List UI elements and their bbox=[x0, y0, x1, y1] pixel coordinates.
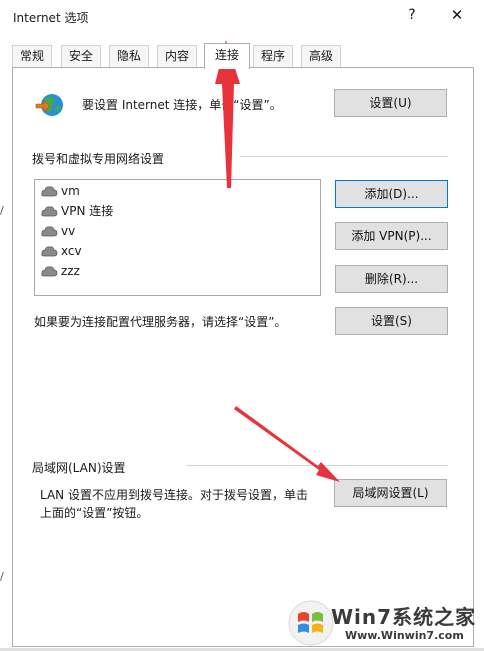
setup-button[interactable]: 设置(U) bbox=[334, 89, 447, 117]
dialup-vpn-heading: 拨号和虚拟专用网络设置 bbox=[32, 152, 165, 166]
proxy-instruction: 如果要为连接配置代理服务器，请选择“设置”。 bbox=[34, 315, 287, 329]
watermark-text: Win7系统之家 bbox=[331, 605, 477, 629]
tab-strip: 常规 安全 隐私 内容 连接 程序 高级 bbox=[0, 43, 484, 69]
watermark-url: Www.Winwin7.com bbox=[345, 629, 464, 642]
lan-description-line2: 上面的“设置”按钮。 bbox=[40, 506, 149, 520]
lan-separator bbox=[186, 465, 448, 466]
add-vpn-button[interactable]: 添加 VPN(P)... bbox=[335, 222, 448, 250]
edge-fragment-1: / bbox=[0, 204, 4, 217]
connection-cloud-icon bbox=[41, 206, 58, 217]
lan-description-line1: LAN 设置不应用到拨号连接。对于拨号设置，单击 bbox=[40, 488, 308, 502]
remove-connection-button[interactable]: 删除(R)... bbox=[335, 265, 448, 293]
close-button[interactable]: ✕ bbox=[448, 6, 466, 24]
setup-instruction: 要设置 Internet 连接，单击“设置”。 bbox=[82, 98, 282, 112]
connection-cloud-icon bbox=[41, 186, 58, 197]
internet-options-dialog: Internet 选项 ? ✕ 常规 安全 隐私 内容 连接 程序 高级 要设置… bbox=[0, 0, 484, 651]
window-title: Internet 选项 bbox=[13, 11, 89, 25]
tab-privacy[interactable]: 隐私 bbox=[109, 45, 149, 67]
connection-cloud-icon bbox=[41, 226, 58, 237]
list-item-label: VPN 连接 bbox=[61, 204, 114, 218]
list-item-label: vm bbox=[61, 184, 80, 198]
list-item-label: zzz bbox=[61, 264, 80, 278]
list-item-label: xcv bbox=[61, 244, 82, 258]
connections-list[interactable]: vm VPN 连接 vv xcv zzz bbox=[34, 179, 321, 296]
tab-general[interactable]: 常规 bbox=[12, 45, 52, 67]
tab-content[interactable]: 内容 bbox=[157, 45, 197, 67]
tab-programs[interactable]: 程序 bbox=[253, 45, 293, 67]
globe-network-icon bbox=[35, 94, 63, 116]
title-bar: Internet 选项 ? ✕ bbox=[0, 0, 484, 34]
tab-connections[interactable]: 连接 bbox=[204, 43, 250, 69]
connection-cloud-icon bbox=[41, 266, 58, 277]
dialup-separator bbox=[240, 156, 448, 157]
lan-settings-button[interactable]: 局域网设置(L) bbox=[334, 479, 447, 507]
add-connection-button[interactable]: 添加(D)... bbox=[335, 180, 448, 208]
edge-fragment-2: / bbox=[0, 570, 4, 583]
tab-advanced[interactable]: 高级 bbox=[301, 45, 341, 67]
list-item-label: vv bbox=[61, 224, 76, 238]
help-button[interactable]: ? bbox=[404, 7, 420, 23]
connection-cloud-icon bbox=[41, 246, 58, 257]
lan-heading: 局域网(LAN)设置 bbox=[32, 461, 126, 475]
connection-settings-button[interactable]: 设置(S) bbox=[335, 307, 448, 335]
tab-security[interactable]: 安全 bbox=[61, 45, 101, 67]
